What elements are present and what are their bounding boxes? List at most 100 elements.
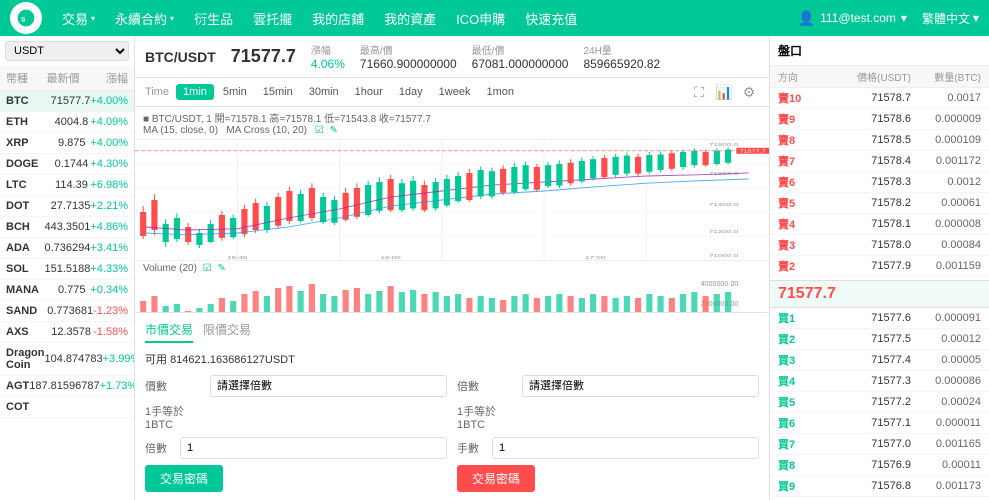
nav-shop[interactable]: 我的店鋪 xyxy=(302,0,374,36)
time-btn-1day[interactable]: 1day xyxy=(392,84,430,100)
bid-direction: 買1 xyxy=(778,310,818,326)
coin-name: MANA xyxy=(6,284,58,296)
svg-text:S: S xyxy=(21,16,26,23)
coin-list-item[interactable]: LTC 114.39 +6.98% xyxy=(0,175,134,196)
trading-form-row: 價數 請選擇倍數 1手等於1BTC 倍數 xyxy=(145,375,759,492)
svg-text:71800.0: 71800.0 xyxy=(709,142,739,147)
coin-change: +4.30% xyxy=(88,158,128,170)
time-btn-1hour[interactable]: 1hour xyxy=(348,84,390,100)
user-account[interactable]: 111@test.com xyxy=(820,11,896,25)
chart-container: ■ BTC/USDT, 1 開=71578.1 高=71578.1 低=7154… xyxy=(135,107,769,312)
coin-list-item[interactable]: DOGE 0.1744 +4.30% xyxy=(0,154,134,175)
spread-row: 71577.7 xyxy=(770,280,989,308)
chart-type-icon[interactable]: 📊 xyxy=(714,82,734,102)
buy-submit-button[interactable]: 交易密碼 xyxy=(145,465,223,492)
ask-item[interactable]: 賣4 71578.1 0.000008 xyxy=(770,214,989,235)
coin-change: -1.58% xyxy=(91,326,128,338)
time-btn-30min[interactable]: 30min xyxy=(302,84,346,100)
bid-item[interactable]: 買7 71577.0 0.001165 xyxy=(770,434,989,455)
bid-qty: 0.00011 xyxy=(911,459,981,471)
ask-item[interactable]: 賣2 71577.9 0.001159 xyxy=(770,256,989,277)
coin-price: 0.1744 xyxy=(55,158,89,170)
ask-list: 賣10 71578.7 0.0017 賣9 71578.6 0.000009 賣… xyxy=(770,88,989,280)
coin-list-item[interactable]: SOL 151.5188 +4.33% xyxy=(0,259,134,280)
coin-list-item[interactable]: ADA 0.736294 +3.41% xyxy=(0,238,134,259)
nav-recharge[interactable]: 快速充值 xyxy=(515,0,587,36)
tab-market-order[interactable]: 市價交易 xyxy=(145,321,193,343)
coin-list-item[interactable]: Dragon Coin 104.874783 +3.99% xyxy=(0,343,134,376)
ask-item[interactable]: 賣5 71578.2 0.00061 xyxy=(770,193,989,214)
coin-change: +2.21% xyxy=(90,200,128,212)
time-btn-15min[interactable]: 15min xyxy=(256,84,300,100)
coin-change: +1.73% xyxy=(100,380,134,392)
coin-price: 187.81596787 xyxy=(29,380,99,392)
coin-list-item[interactable]: ETH 4004.8 +4.09% xyxy=(0,112,134,133)
indicator-check[interactable]: ☑ xyxy=(315,125,324,136)
indicator-edit[interactable]: ✎ xyxy=(330,125,338,136)
ask-item[interactable]: 賣10 71578.7 0.0017 xyxy=(770,88,989,109)
coin-change: +6.98% xyxy=(88,179,128,191)
sell-qty-input[interactable] xyxy=(492,437,759,459)
coin-list-item[interactable]: AXS 12.3578 -1.58% xyxy=(0,322,134,343)
ask-direction: 賣6 xyxy=(778,174,818,190)
ask-item[interactable]: 賣6 71578.3 0.0012 xyxy=(770,172,989,193)
trading-pair: BTC/USDT xyxy=(145,49,216,65)
coin-list-item[interactable]: COT xyxy=(0,397,134,418)
coin-list: BTC 71577.7 +4.00% ETH 4004.8 +4.09% XRP… xyxy=(0,91,134,500)
coin-change: +4.00% xyxy=(85,137,128,149)
market-select[interactable]: USDT xyxy=(5,41,129,61)
fullscreen-icon[interactable]: ⛶ xyxy=(689,82,709,102)
ask-price: 71578.5 xyxy=(818,134,911,146)
high-stat: 最高/價 71660.900000000 xyxy=(360,42,457,71)
bid-price: 71576.8 xyxy=(818,480,911,492)
spread-price: 71577.7 xyxy=(778,285,836,302)
sidebar-filter: USDT xyxy=(0,36,134,66)
bid-item[interactable]: 買1 71577.6 0.000091 xyxy=(770,308,989,329)
ask-price: 71578.2 xyxy=(818,197,911,209)
ask-direction: 賣9 xyxy=(778,111,818,127)
nav-assets[interactable]: 我的資產 xyxy=(374,0,446,36)
change-stat: 漲幅 4.06% xyxy=(311,42,345,71)
bid-item[interactable]: 買3 71577.4 0.00005 xyxy=(770,350,989,371)
time-btn-1min[interactable]: 1min xyxy=(176,84,214,100)
sell-price-select[interactable]: 請選擇倍數 xyxy=(522,375,759,397)
ask-item[interactable]: 賣8 71578.5 0.000109 xyxy=(770,130,989,151)
time-btn-1week[interactable]: 1week xyxy=(432,84,478,100)
sell-column: 倍數 請選擇倍數 1手等於1BTC 手數 xyxy=(457,375,759,492)
tab-limit-order[interactable]: 限價交易 xyxy=(203,321,251,343)
ask-item[interactable]: 賣7 71578.4 0.001172 xyxy=(770,151,989,172)
coin-list-item[interactable]: XRP 9.875 +4.00% xyxy=(0,133,134,154)
nav-trading[interactable]: 交易 ▾ xyxy=(52,0,105,36)
bid-item[interactable]: 買5 71577.2 0.00024 xyxy=(770,392,989,413)
language-selector[interactable]: 繁體中文 ▾ xyxy=(922,10,979,27)
sell-submit-button[interactable]: 交易密碼 xyxy=(457,465,535,492)
top-nav: S 交易 ▾ 永續合約 ▾ 衍生品 雲托攏 我的店鋪 我的資產 ICO申購 快速… xyxy=(0,0,989,36)
nav-derivatives[interactable]: 衍生品 xyxy=(184,0,243,36)
volume-check[interactable]: ☑ xyxy=(203,263,212,274)
bid-item[interactable]: 買6 71577.1 0.000011 xyxy=(770,413,989,434)
coin-list-item[interactable]: BTC 71577.7 +4.00% xyxy=(0,91,134,112)
change-value: 4.06% xyxy=(311,57,345,71)
volume-edit[interactable]: ✎ xyxy=(217,263,225,274)
nav-perpetual[interactable]: 永續合約 ▾ xyxy=(105,0,184,36)
orderbook-title: 盤口 xyxy=(770,36,989,66)
coin-list-item[interactable]: MANA 0.775 +0.34% xyxy=(0,280,134,301)
coin-list-item[interactable]: SAND 0.773681 -1.23% xyxy=(0,301,134,322)
time-btn-5min[interactable]: 5min xyxy=(216,84,254,100)
buy-qty-input[interactable] xyxy=(180,437,447,459)
coin-list-item[interactable]: DOT 27.7135 +2.21% xyxy=(0,196,134,217)
coin-list-item[interactable]: AGT 187.81596787 +1.73% xyxy=(0,376,134,397)
ask-item[interactable]: 賣3 71578.0 0.00084 xyxy=(770,235,989,256)
ask-item[interactable]: 賣9 71578.6 0.000009 xyxy=(770,109,989,130)
bid-item[interactable]: 買9 71576.8 0.001173 xyxy=(770,476,989,497)
bid-item[interactable]: 買8 71576.9 0.00011 xyxy=(770,455,989,476)
settings-icon[interactable]: ⚙ xyxy=(739,82,759,102)
bid-item[interactable]: 買2 71577.5 0.00012 xyxy=(770,329,989,350)
coin-list-item[interactable]: BCH 443.3501 +4.86% xyxy=(0,217,134,238)
buy-price-select[interactable]: 請選擇倍數 xyxy=(210,375,447,397)
bid-price: 71577.3 xyxy=(818,375,911,387)
time-btn-1mon[interactable]: 1mon xyxy=(479,84,521,100)
nav-cloud[interactable]: 雲托攏 xyxy=(243,0,302,36)
bid-item[interactable]: 買4 71577.3 0.000086 xyxy=(770,371,989,392)
nav-ico[interactable]: ICO申購 xyxy=(446,0,515,36)
